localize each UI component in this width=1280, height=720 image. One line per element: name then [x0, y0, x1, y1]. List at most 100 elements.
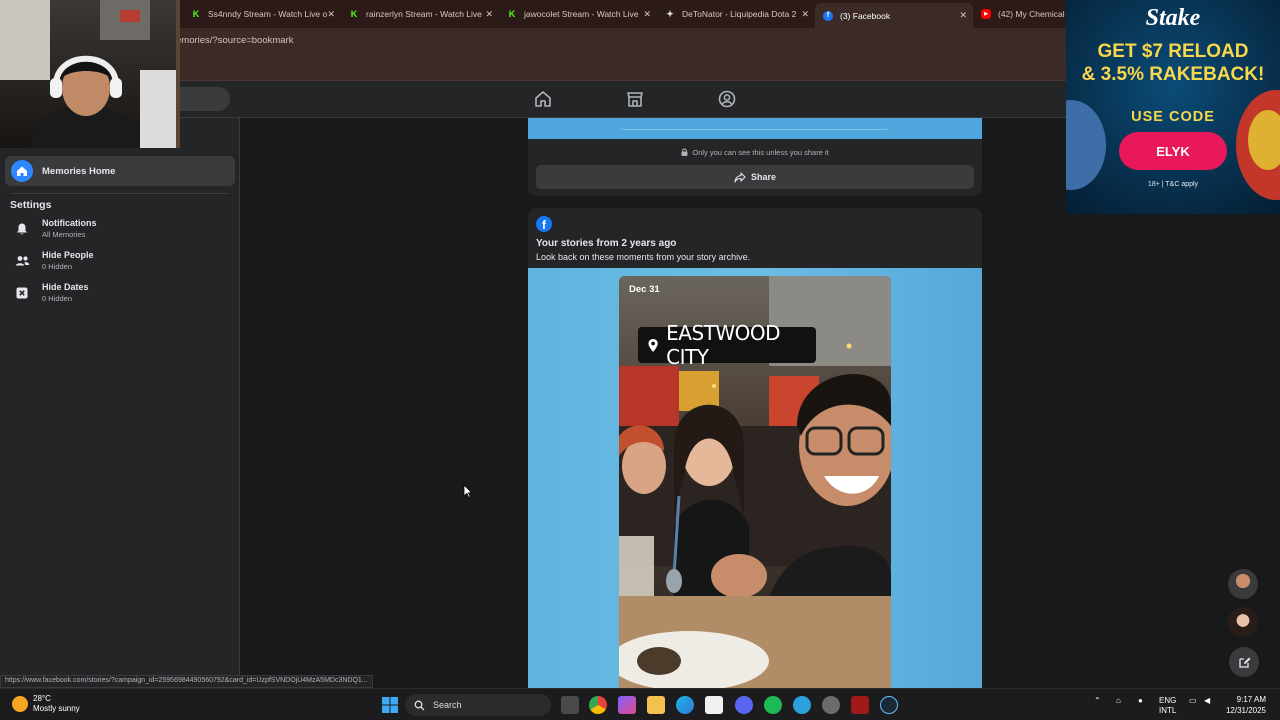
chevron-up-icon[interactable]: ⌃	[1094, 696, 1101, 705]
memories-home-label: Memories Home	[42, 165, 116, 177]
youtube-icon: ▶	[981, 9, 991, 19]
clock-time: 9:17 AM	[1236, 695, 1266, 704]
story-subtitle: Look back on these moments from your sto…	[536, 252, 751, 262]
close-icon[interactable]: ✕	[801, 9, 809, 20]
lock-icon	[681, 148, 688, 156]
ad-headline: GET $7 RELOAD & 3.5% RAKEBACK!	[1066, 40, 1280, 86]
close-icon[interactable]: ✕	[485, 9, 493, 20]
privacy-text: Only you can see this unless you share i…	[692, 148, 829, 157]
status-url-preview: https://www.facebook.com/stories/?campai…	[0, 675, 373, 688]
tab-facebook[interactable]: f (3) Facebook ✕	[815, 3, 973, 28]
sidebar-item-notifications[interactable]: Notifications All Memories	[10, 217, 235, 245]
sidebar-item-subtitle: 0 Hidden	[42, 294, 73, 303]
close-icon[interactable]: ✕	[959, 10, 967, 21]
tab-rainzerlyn[interactable]: K rainzerlyn Stream - Watch Live ✕	[341, 4, 499, 24]
network-icon[interactable]: ⌂	[1116, 696, 1121, 705]
share-button[interactable]: Share	[536, 165, 974, 189]
contact-avatar[interactable]	[1228, 607, 1258, 637]
telegram-icon[interactable]	[793, 696, 811, 714]
tab-title: jawocolet Stream - Watch Live	[524, 9, 639, 19]
marketplace-icon[interactable]	[625, 89, 645, 109]
edge-icon[interactable]	[676, 696, 694, 714]
windows-start-icon[interactable]	[381, 696, 399, 714]
url-text[interactable]: emories/?source=bookmark	[176, 35, 293, 46]
copilot-icon[interactable]	[618, 696, 636, 714]
weather-temperature: 28°C	[33, 694, 51, 703]
facebook-icon: f	[823, 10, 833, 21]
chrome-icon[interactable]	[589, 696, 607, 714]
dota-icon[interactable]	[851, 696, 869, 714]
sidebar-item-title: Hide Dates	[42, 282, 89, 292]
bell-icon	[10, 217, 34, 241]
close-icon[interactable]: ✕	[643, 9, 651, 20]
groups-icon[interactable]	[717, 89, 737, 109]
taskbar-search[interactable]: Search	[405, 694, 551, 716]
microphone-icon[interactable]: ●	[1138, 696, 1143, 705]
display-icon[interactable]: ▭	[1189, 696, 1197, 705]
tab-ss4nndy[interactable]: K Ss4nndy Stream - Watch Live o ✕	[183, 4, 341, 24]
home-icon	[11, 160, 33, 182]
promo-code-button[interactable]: ELYK	[1119, 132, 1227, 170]
facebook-logo-icon: f	[536, 216, 552, 232]
ad-headline-line-1: GET $7 RELOAD	[1097, 41, 1249, 62]
home-icon[interactable]	[533, 89, 553, 109]
story-background: Dec 31 EASTWOOD CITY	[528, 268, 982, 688]
ad-headline-line-2: & 3.5% RAKEBACK!	[1081, 64, 1265, 85]
ad-fine-print: 18+ | T&C apply	[1147, 181, 1199, 188]
story-photo[interactable]: Dec 31 EASTWOOD CITY	[619, 276, 891, 688]
tab-title: (42) My Chemical R	[998, 9, 1066, 19]
people-icon	[10, 249, 34, 273]
clock-date: 12/31/2025	[1225, 706, 1266, 715]
tab-liquipedia[interactable]: ✦ DeToNator - Liquipedia Dota 2 ✕	[657, 4, 815, 24]
kick-icon: K	[508, 9, 516, 19]
task-view-icon[interactable]	[561, 696, 579, 714]
liquipedia-icon: ✦	[666, 8, 674, 19]
close-icon[interactable]: ✕	[327, 9, 335, 20]
language-code: ENG	[1159, 696, 1177, 705]
stake-ad-banner[interactable]: Stake GET $7 RELOAD & 3.5% RAKEBACK! USE…	[1066, 0, 1280, 214]
settings-heading: Settings	[10, 199, 52, 211]
story-title: Your stories from 2 years ago	[536, 238, 677, 249]
share-icon	[734, 171, 746, 183]
sidebar-item-hide-dates[interactable]: Hide Dates 0 Hidden	[10, 281, 235, 309]
sun-icon	[12, 696, 28, 712]
kick-icon: K	[192, 9, 200, 19]
new-message-button[interactable]	[1229, 647, 1259, 677]
mouse-cursor-icon	[463, 484, 472, 498]
share-label: Share	[750, 172, 776, 182]
memory-card-story: f Your stories from 2 years ago Look bac…	[528, 208, 982, 688]
memory-card-previous: Only you can see this unless you share i…	[528, 118, 982, 196]
discord-icon[interactable]	[735, 696, 753, 714]
sidebar-item-subtitle: All Memories	[42, 230, 86, 239]
memories-sidebar: Memories Home Settings Notifications All…	[0, 118, 240, 688]
system-clock[interactable]: 9:17 AM 12/31/2025	[1222, 694, 1266, 716]
spotify-icon[interactable]	[764, 696, 782, 714]
tab-title: Ss4nndy Stream - Watch Live o	[208, 9, 328, 19]
sidebar-item-subtitle: 0 Hidden	[42, 262, 73, 271]
tab-jawocolet[interactable]: K jawocolet Stream - Watch Live ✕	[499, 4, 657, 24]
webcam-frame	[176, 0, 180, 148]
compose-icon	[1238, 657, 1250, 668]
kick-icon: K	[350, 9, 358, 19]
memories-home-link[interactable]: Memories Home	[5, 156, 235, 186]
weather-widget[interactable]: 28°C Mostly sunny	[12, 694, 80, 714]
language-indicator[interactable]: ENG INTL	[1159, 696, 1176, 716]
settings-gear-icon[interactable]	[822, 696, 840, 714]
location-pin-icon	[648, 338, 658, 352]
weather-condition: Mostly sunny	[33, 704, 80, 713]
sidebar-divider	[10, 193, 230, 194]
privacy-note: Only you can see this unless you share i…	[528, 148, 982, 157]
store-icon[interactable]	[705, 696, 723, 714]
tab-title: (3) Facebook	[840, 10, 891, 21]
contact-avatar[interactable]	[1228, 569, 1258, 599]
volume-icon[interactable]: ◀	[1204, 696, 1210, 705]
tab-title: rainzerlyn Stream - Watch Live	[366, 9, 482, 19]
sidebar-item-title: Notifications	[42, 218, 97, 228]
file-explorer-icon[interactable]	[647, 696, 665, 714]
tab-youtube[interactable]: ▶ (42) My Chemical R	[973, 4, 1066, 24]
steam-icon[interactable]	[880, 696, 898, 714]
stake-logo: Stake	[1145, 5, 1201, 31]
sidebar-item-hide-people[interactable]: Hide People 0 Hidden	[10, 249, 235, 277]
story-preview-strip[interactable]	[528, 118, 982, 139]
search-label: Search	[433, 700, 462, 710]
